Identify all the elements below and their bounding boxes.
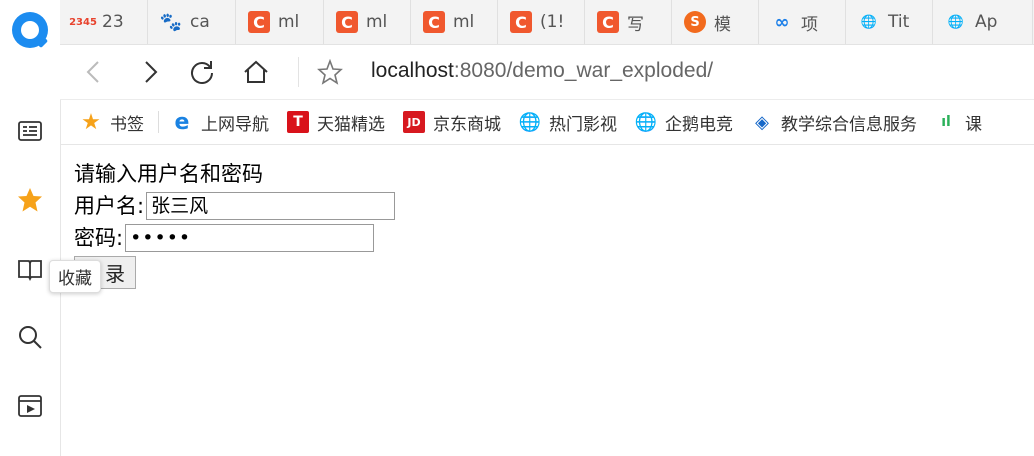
tab-csdn-2[interactable]: Cml xyxy=(324,0,411,44)
tab-globe-2[interactable]: 🌐 Ap xyxy=(933,0,1033,44)
tab-title: 23 xyxy=(102,12,124,32)
globe-icon: 🌐 xyxy=(518,111,542,133)
password-row: 密码: ••••• xyxy=(74,222,395,254)
bookmark-label: 天猫精选 xyxy=(317,114,385,135)
globe-icon: 🌐 xyxy=(860,14,878,30)
tab-sogou[interactable]: S模 xyxy=(672,0,759,44)
xiangmu-icon: ∞ xyxy=(774,11,790,33)
globe-icon: 🌐 xyxy=(634,111,658,133)
tmall-icon: T xyxy=(287,111,309,133)
search-icon[interactable] xyxy=(17,324,43,350)
ie-icon: e xyxy=(174,109,190,135)
reader-icon[interactable] xyxy=(17,118,43,144)
bookmark-item[interactable]: ıl 课 xyxy=(935,110,982,135)
home-icon[interactable] xyxy=(242,58,270,86)
tab-csdn-3[interactable]: Cml xyxy=(411,0,498,44)
divider xyxy=(158,111,159,133)
reload-icon[interactable] xyxy=(188,58,216,86)
bookmark-label: 京东商城 xyxy=(433,114,501,135)
sidebar xyxy=(0,0,61,456)
tab-title: Ap xyxy=(975,12,998,32)
bookmark-star-icon[interactable] xyxy=(316,58,344,86)
url-path: :8080/demo_war_exploded/ xyxy=(453,59,714,82)
form-heading: 请输入用户名和密码 xyxy=(74,162,263,186)
tab-title: ml xyxy=(453,12,475,32)
bookmark-item[interactable]: e 上网导航 xyxy=(171,110,269,135)
bookmark-label: 课 xyxy=(965,114,982,135)
address-bar-row: localhost:8080/demo_war_exploded/ xyxy=(60,45,1034,100)
star-icon: ★ xyxy=(81,109,101,135)
bookmark-item[interactable]: ★ 书签 xyxy=(80,110,159,135)
cube-icon: ◈ xyxy=(755,111,769,133)
password-input[interactable]: ••••• xyxy=(125,224,375,252)
2345-icon: 2345 xyxy=(69,16,97,28)
globe-icon: 🌐 xyxy=(947,14,965,30)
username-row: 用户名: 张三风 xyxy=(74,190,396,222)
back-icon[interactable] xyxy=(80,58,108,86)
tab-globe-1[interactable]: 🌐 Tit xyxy=(846,0,933,44)
tab-csdn-1[interactable]: Cml xyxy=(236,0,324,44)
password-label: 密码: xyxy=(74,226,124,250)
tab-title: 模 xyxy=(714,14,731,35)
csdn-icon: C xyxy=(423,11,445,33)
csdn-icon: C xyxy=(597,11,619,33)
tab-csdn-5[interactable]: C写 xyxy=(585,0,672,44)
tab-title: ca xyxy=(190,12,210,32)
tab-xiangmu[interactable]: ∞ 项 xyxy=(759,0,846,44)
forward-icon[interactable] xyxy=(136,58,164,86)
tab-strip: 2345 23 🐾 ca Cml Cml Cml C (1! C写 S模 ∞ 项 🌐 Ti… xyxy=(60,0,1034,45)
tab-baidu[interactable]: 🐾 ca xyxy=(148,0,236,44)
sogou-icon: S xyxy=(684,11,706,33)
bookmark-item[interactable]: 🌐 热门影视 xyxy=(519,110,617,135)
tab-title: ml xyxy=(366,12,388,32)
favorites-star-icon[interactable] xyxy=(17,187,43,213)
bookmark-item[interactable]: T 天猫精选 xyxy=(287,110,385,135)
username-label: 用户名: xyxy=(74,194,145,218)
bookmark-item[interactable]: 🌐 企鹅电竞 xyxy=(635,110,733,135)
csdn-icon: C xyxy=(510,11,532,33)
bookmark-label: 热门影视 xyxy=(549,114,617,135)
book-icon[interactable] xyxy=(17,256,43,282)
bookmark-item[interactable]: ◈ 教学综合信息服务 xyxy=(751,110,917,135)
login-form: 请输入用户名和密码 用户名: 张三风 密码: ••••• xyxy=(74,158,396,254)
bookmarks-bar: ★ 书签 e 上网导航 T 天猫精选 JD 京东商城 🌐 热门影视 🌐 企鹅电竞 ◈ 教学综合… xyxy=(60,100,1034,145)
csdn-icon: C xyxy=(248,11,270,33)
video-icon[interactable] xyxy=(17,393,43,419)
bookmark-item[interactable]: JD 京东商城 xyxy=(403,110,501,135)
tab-title: (1! xyxy=(540,12,565,32)
tab-title: Tit xyxy=(888,12,910,32)
wave-icon: ıl xyxy=(941,114,951,130)
bookmark-label: 书签 xyxy=(110,114,144,135)
bookmark-label: 企鹅电竞 xyxy=(665,114,733,135)
username-input[interactable]: 张三风 xyxy=(146,192,396,220)
favorites-tooltip: 收藏 xyxy=(49,260,101,293)
tab-title: 写 xyxy=(627,14,644,35)
tab-csdn-4[interactable]: C (1! xyxy=(498,0,585,44)
baidu-icon: 🐾 xyxy=(159,11,183,33)
tab-title: ml xyxy=(278,12,300,32)
csdn-icon: C xyxy=(336,11,358,33)
bookmark-label: 教学综合信息服务 xyxy=(781,114,917,135)
divider xyxy=(298,57,299,87)
tab-title: 项 xyxy=(801,14,818,35)
jd-icon: JD xyxy=(403,111,425,133)
browser-logo-icon[interactable] xyxy=(12,12,48,48)
url-field[interactable]: localhost:8080/demo_war_exploded/ xyxy=(371,59,713,83)
tab-2345[interactable]: 2345 23 xyxy=(60,0,148,44)
url-host: localhost xyxy=(371,59,454,82)
bookmark-label: 上网导航 xyxy=(201,114,269,135)
